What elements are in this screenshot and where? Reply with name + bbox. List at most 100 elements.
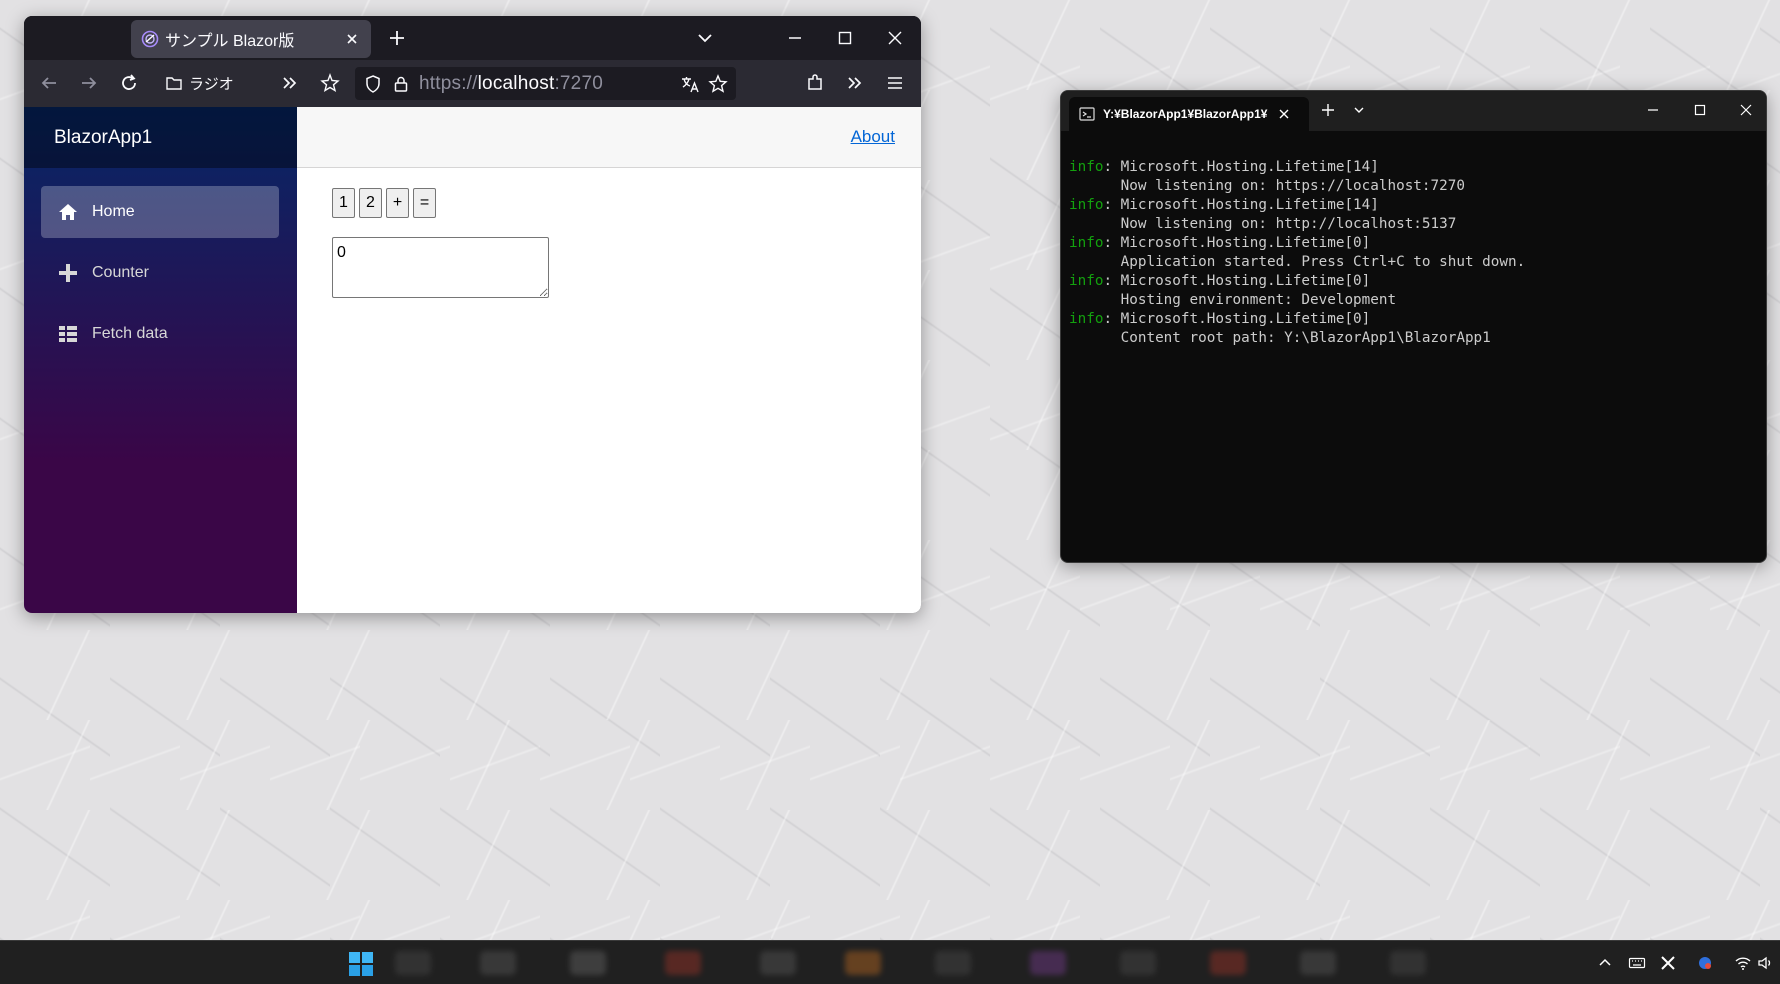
log-text: Content root path: Y:\BlazorApp1\BlazorA… [1069,330,1491,346]
hamburger-menu-icon[interactable] [884,72,906,94]
brand-bar: BlazorApp1 [24,107,297,168]
browser-tab-bar: サンプル Blazor版 [24,16,921,60]
close-tab-icon[interactable] [343,30,361,48]
shield-icon[interactable] [363,74,383,94]
taskbar-app-icon[interactable] [760,951,796,975]
browser-window: サンプル Blazor版 ラジオ https://localhost:7270 … [24,16,921,613]
browser-tab-active[interactable]: サンプル Blazor版 [131,20,371,58]
taskbar-app-icon[interactable] [1030,951,1066,975]
nav-list: Home Counter Fetch data [24,168,297,360]
reload-icon[interactable] [118,72,140,94]
extensions-puzzle-icon[interactable] [804,72,826,94]
log-text: Now listening on: http://localhost:5137 [1069,216,1457,232]
lock-icon[interactable] [391,74,411,94]
terminal-tab[interactable]: Y:¥BlazorApp1¥BlazorApp1¥ [1069,97,1309,131]
keyboard-icon[interactable] [1628,954,1646,972]
taskbar-app-icon[interactable] [665,951,701,975]
terminal-line: info: Microsoft.Hosting.Lifetime[0] [1069,272,1758,291]
taskbar-app-icon[interactable] [935,951,971,975]
new-tab-icon[interactable] [386,27,408,49]
plus-icon [59,264,77,282]
browser-toolbar: ラジオ https://localhost:7270 [24,60,921,107]
bookmark-star-icon[interactable] [708,73,728,94]
nav-item-label: Home [92,203,135,220]
taskbar-app-icon[interactable] [1210,951,1246,975]
tracking-protection-star-icon[interactable] [319,72,341,94]
overflow-chevrons-icon[interactable] [844,72,866,94]
main-content: About 1 2 + = 0 [297,107,921,613]
taskbar-app-icon[interactable] [1390,951,1426,975]
taskbar-app-icon[interactable] [1300,951,1336,975]
terminal-line: Application started. Press Ctrl+C to shu… [1069,253,1758,272]
close-x-icon[interactable] [1659,954,1677,972]
close-tab-icon[interactable] [1277,107,1291,121]
taskbar-app-icon[interactable] [395,951,431,975]
blazor-favicon-icon [141,30,159,48]
plus-button[interactable]: + [386,188,409,218]
calculator-buttons: 1 2 + = [332,188,436,218]
bookmark-label: ラジオ [189,75,234,93]
terminal-line: info: Microsoft.Hosting.Lifetime[0] [1069,234,1758,253]
close-window-icon[interactable] [1737,101,1755,119]
terminal-tab-title: Y:¥BlazorApp1¥BlazorApp1¥ [1103,107,1268,121]
url-text[interactable]: https://localhost:7270 [419,73,672,95]
terminal-prompt-icon [1079,107,1095,121]
volume-icon[interactable] [1757,954,1775,972]
about-link[interactable]: About [851,127,895,147]
chevron-down-icon[interactable] [1350,101,1368,119]
url-port: :7270 [554,72,603,94]
terminal-titlebar: Y:¥BlazorApp1¥BlazorApp1¥ [1061,91,1766,131]
nav-item-label: Fetch data [92,325,168,342]
address-bar[interactable]: https://localhost:7270 [355,67,736,100]
list-icon [59,326,77,342]
log-text: Application started. Press Ctrl+C to shu… [1069,254,1526,270]
list-tabs-chevron-down-icon[interactable] [694,27,716,49]
taskbar-app-icon[interactable] [1120,951,1156,975]
browser-tab-title: サンプル Blazor版 [165,33,295,50]
minimize-icon[interactable] [1644,101,1662,119]
digit-1-button[interactable]: 1 [332,188,355,218]
terminal-window: Y:¥BlazorApp1¥BlazorApp1¥ info: Microsof… [1060,90,1767,563]
taskbar-app-icon[interactable] [480,951,516,975]
log-text: Now listening on: https://localhost:7270 [1069,178,1465,194]
url-scheme: https:// [419,72,478,94]
forward-arrow-icon[interactable] [78,72,100,94]
maximize-icon[interactable] [1691,101,1709,119]
maximize-icon[interactable] [834,27,856,49]
sidebar: BlazorApp1 Home Counter Fetch data [24,107,297,613]
terminal-line: Content root path: Y:\BlazorApp1\BlazorA… [1069,329,1758,348]
home-icon [59,204,77,220]
nav-item-home[interactable]: Home [41,186,279,238]
terminal-output[interactable]: info: Microsoft.Hosting.Lifetime[14] Now… [1061,131,1766,394]
show-hidden-icons-chevron-up-icon[interactable] [1596,954,1614,972]
windows-start-icon[interactable] [348,951,374,977]
digit-2-button[interactable]: 2 [359,188,382,218]
back-arrow-icon[interactable] [38,72,60,94]
log-level: info [1069,235,1104,251]
terminal-line: info: Microsoft.Hosting.Lifetime[0] [1069,310,1758,329]
result-textarea[interactable]: 0 [332,237,549,298]
more-bookmarks-chevrons-icon[interactable] [279,72,301,94]
close-window-icon[interactable] [884,27,906,49]
equals-button[interactable]: = [413,188,436,218]
app-brand[interactable]: BlazorApp1 [54,127,152,149]
wifi-icon[interactable] [1734,954,1752,972]
log-level: info [1069,273,1104,289]
terminal-line: Now listening on: http://localhost:5137 [1069,215,1758,234]
nav-item-counter[interactable]: Counter [41,247,279,299]
nav-item-fetch-data[interactable]: Fetch data [41,308,279,360]
log-text: : Microsoft.Hosting.Lifetime[0] [1103,311,1371,327]
translate-icon[interactable] [680,74,700,94]
taskbar-app-icon[interactable] [570,951,606,975]
log-text: : Microsoft.Hosting.Lifetime[0] [1103,235,1371,251]
log-text: : Microsoft.Hosting.Lifetime[14] [1103,159,1379,175]
web-page: BlazorApp1 Home Counter Fetch data About… [24,107,921,613]
terminal-line: info: Microsoft.Hosting.Lifetime[14] [1069,158,1758,177]
app-tray-icon[interactable] [1696,954,1714,972]
taskbar [0,940,1780,984]
bookmark-folder[interactable]: ラジオ [165,70,234,96]
new-tab-icon[interactable] [1319,101,1337,119]
minimize-icon[interactable] [784,27,806,49]
taskbar-app-icon[interactable] [845,951,881,975]
terminal-line: Now listening on: https://localhost:7270 [1069,177,1758,196]
